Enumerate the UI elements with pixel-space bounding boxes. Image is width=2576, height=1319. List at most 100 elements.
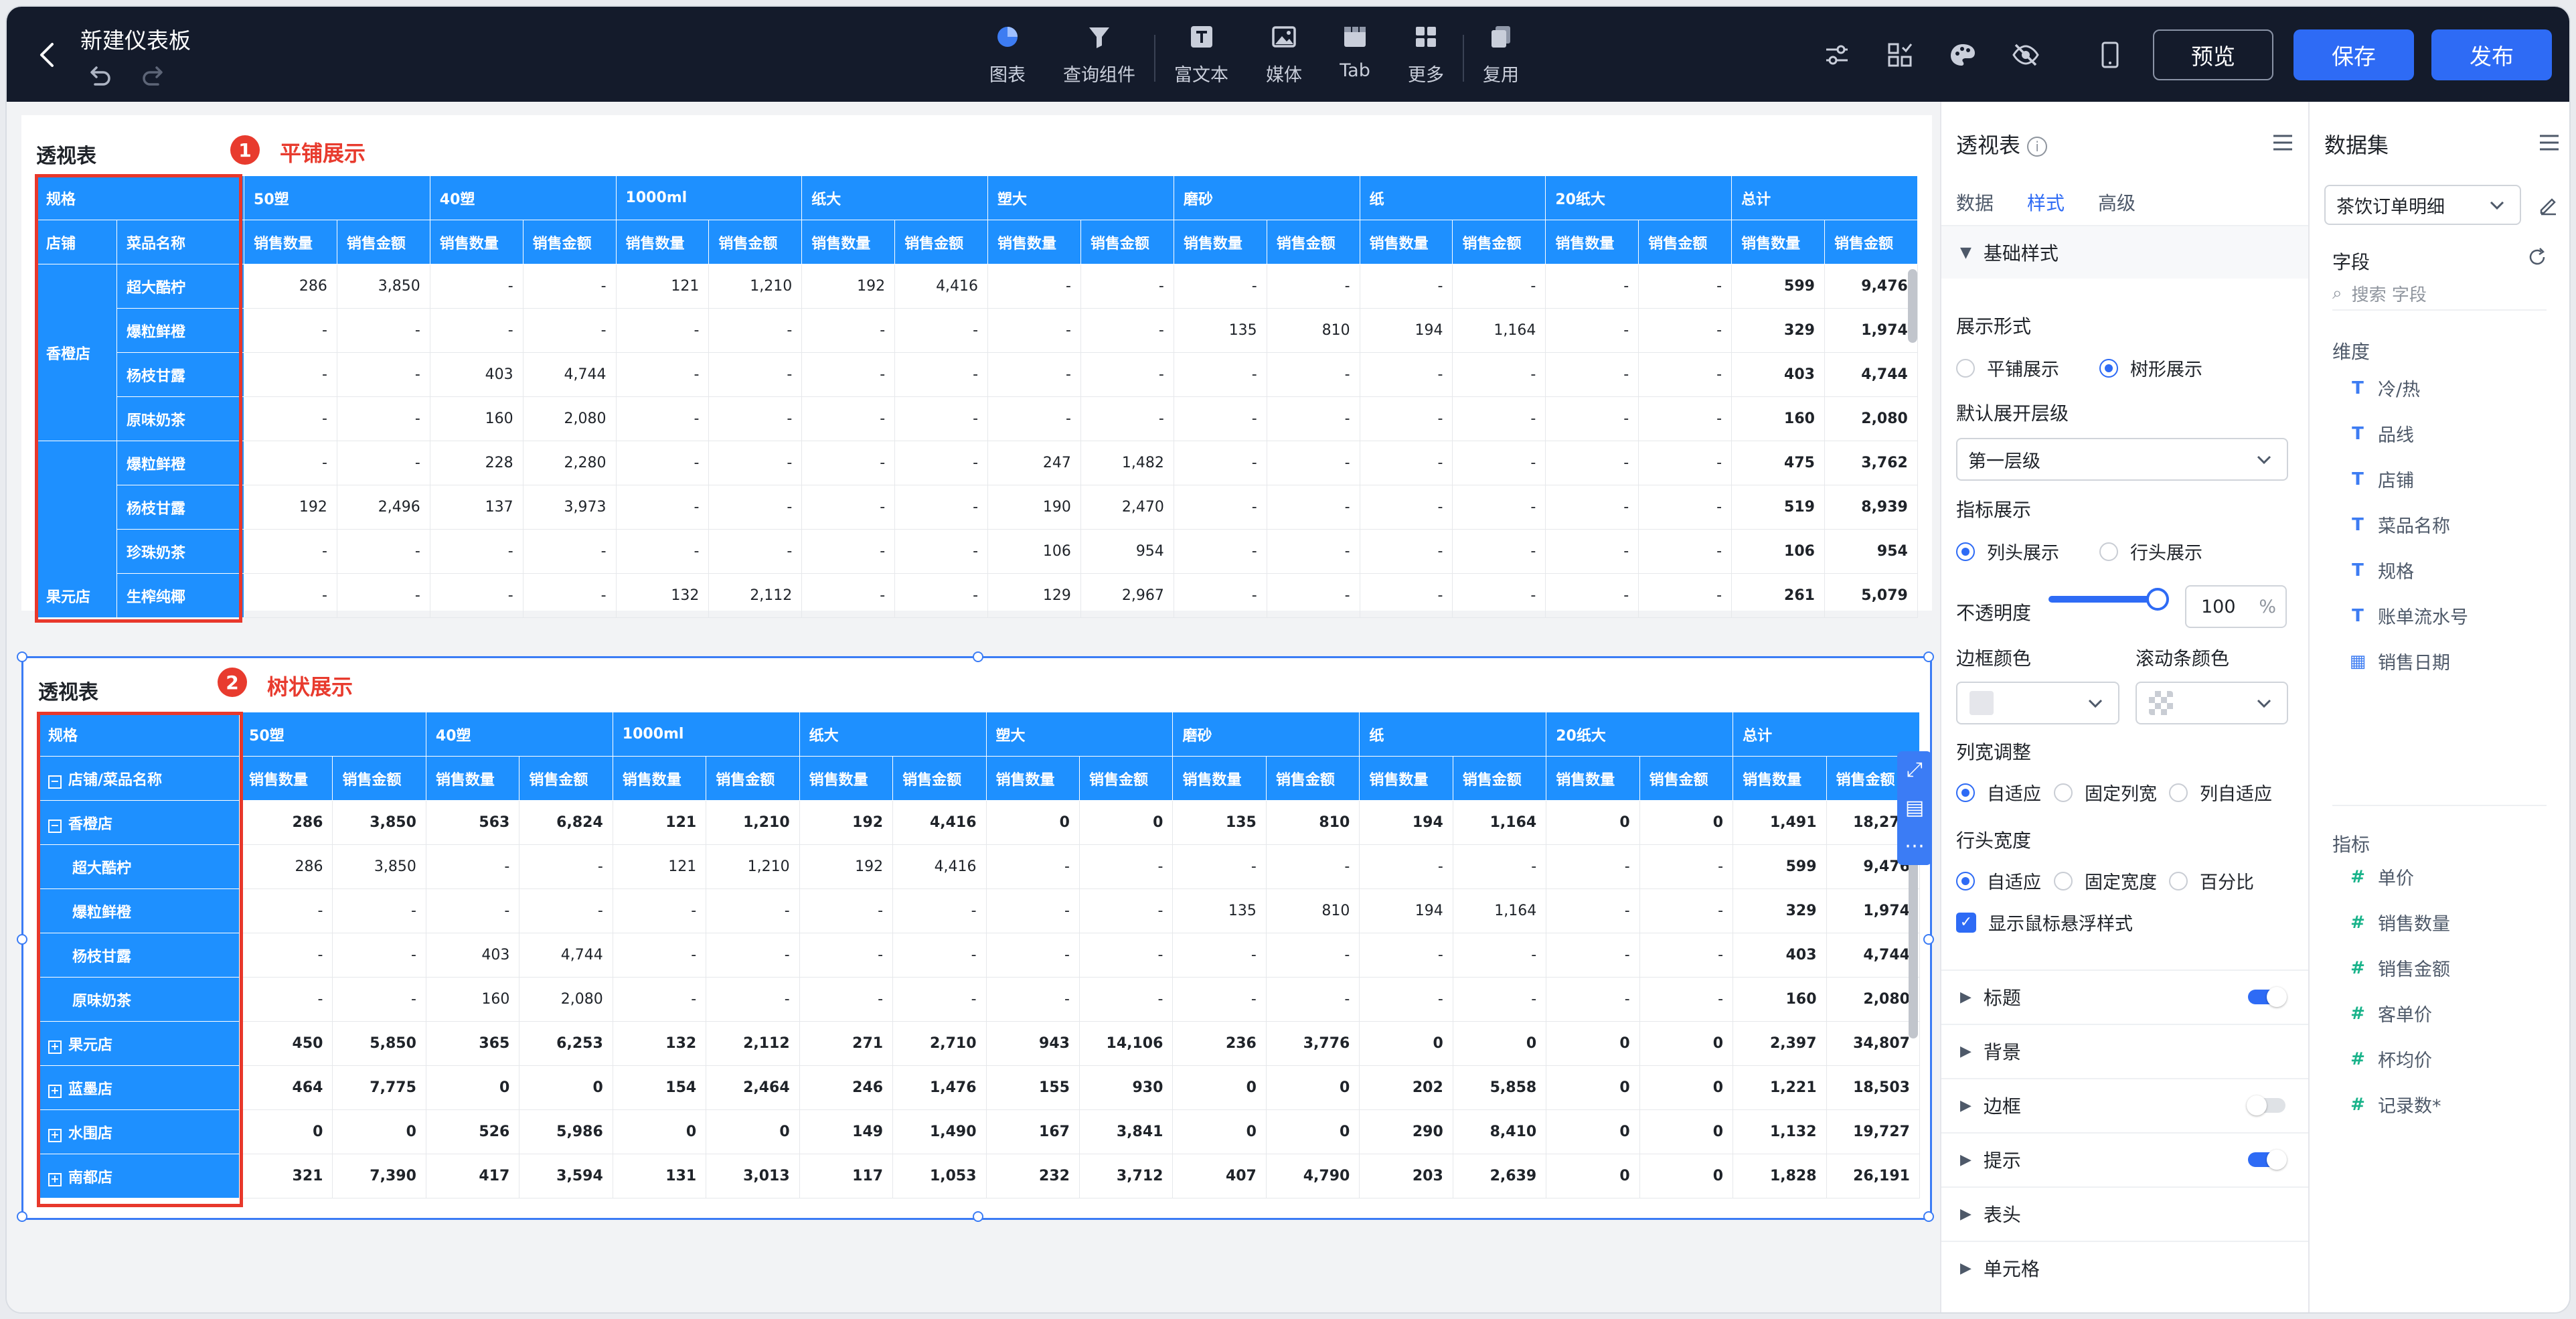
scroll-color-select[interactable]	[2136, 682, 2288, 724]
value-cell[interactable]: -	[519, 888, 613, 933]
value-cell[interactable]: 1,221	[1733, 1065, 1827, 1110]
value-cell[interactable]: 0	[1639, 800, 1734, 845]
value-cell[interactable]: 0	[612, 1109, 707, 1154]
value-cell[interactable]: -	[894, 529, 989, 574]
toolbar-richtext[interactable]: 富文本	[1155, 21, 1247, 95]
value-cell[interactable]: -	[1452, 529, 1546, 574]
value-cell[interactable]: 0	[1546, 1021, 1640, 1066]
value-cell[interactable]: 290	[1359, 1109, 1453, 1154]
value-cell[interactable]: -	[244, 308, 337, 353]
value-cell[interactable]: -	[1359, 485, 1453, 530]
value-cell[interactable]: 261	[1731, 573, 1825, 618]
measure-field[interactable]: # 杯均价	[2348, 1046, 2432, 1072]
value-cell[interactable]: -	[985, 933, 1080, 978]
column-header[interactable]: 纸大	[799, 712, 987, 757]
value-cell[interactable]: 450	[239, 1021, 333, 1066]
value-cell[interactable]: 2,397	[1733, 1021, 1827, 1066]
value-cell[interactable]: -	[1265, 933, 1360, 978]
value-cell[interactable]: 2,710	[892, 1021, 987, 1066]
value-cell[interactable]: 167	[985, 1109, 1080, 1154]
dimension-field[interactable]: ▦ 销售日期	[2348, 648, 2450, 674]
value-cell[interactable]: 1,053	[892, 1154, 987, 1198]
value-cell[interactable]: -	[336, 308, 430, 353]
column-header[interactable]: 40塑	[429, 175, 617, 220]
value-cell[interactable]: 155	[985, 1065, 1080, 1110]
resize-handle[interactable]	[17, 934, 27, 945]
value-cell[interactable]: 5,986	[519, 1109, 613, 1154]
value-cell[interactable]: -	[1546, 933, 1640, 978]
value-cell[interactable]: -	[1638, 485, 1733, 530]
value-cell[interactable]: 106	[987, 529, 1081, 574]
value-cell[interactable]: 930	[1078, 1065, 1174, 1110]
value-cell[interactable]: 2,080	[519, 977, 613, 1022]
resize-handle[interactable]	[17, 1211, 27, 1222]
value-cell[interactable]: -	[985, 888, 1080, 933]
measure-header[interactable]: 销售金额	[1266, 220, 1360, 264]
resize-handle[interactable]	[1923, 1211, 1934, 1222]
value-cell[interactable]: 0	[1452, 1021, 1547, 1066]
mobile-preview-icon[interactable]	[2094, 39, 2126, 71]
value-cell[interactable]: -	[1452, 485, 1546, 530]
value-cell[interactable]: -	[1266, 441, 1360, 485]
expand-icon[interactable]: ⤢	[1907, 760, 1923, 780]
value-cell[interactable]: 5,079	[1824, 573, 1918, 618]
value-cell[interactable]: 1,974	[1824, 308, 1918, 353]
value-cell[interactable]: -	[429, 529, 524, 574]
value-cell[interactable]: -	[1173, 441, 1267, 485]
value-cell[interactable]: 135	[1173, 308, 1267, 353]
border-color-select[interactable]	[1956, 682, 2119, 724]
radio-row-percent[interactable]: 百分比	[2169, 868, 2254, 894]
value-cell[interactable]: 403	[1733, 933, 1827, 978]
dish-cell[interactable]: 珍珠奶茶	[116, 529, 245, 574]
store-cell[interactable]: 香橙店	[36, 264, 117, 441]
value-cell[interactable]: 4,744	[522, 352, 617, 397]
value-cell[interactable]: -	[1172, 977, 1267, 1022]
dish-cell[interactable]: 超大酷柠	[116, 264, 245, 309]
value-cell[interactable]: -	[708, 441, 803, 485]
section-1[interactable]: ▶ 背景	[1941, 1024, 2310, 1077]
value-cell[interactable]: -	[706, 933, 800, 978]
value-cell[interactable]: -	[612, 888, 707, 933]
value-cell[interactable]: -	[1172, 933, 1267, 978]
value-cell[interactable]: -	[1080, 308, 1174, 353]
value-cell[interactable]: 407	[1172, 1154, 1267, 1198]
column-header[interactable]: 磨砂	[1172, 712, 1360, 757]
value-cell[interactable]: 519	[1731, 485, 1825, 530]
value-cell[interactable]: 132	[615, 573, 710, 618]
measure-header[interactable]: 销售数量	[985, 756, 1080, 801]
measure-header[interactable]: 销售金额	[1080, 220, 1174, 264]
eye-off-icon[interactable]	[2010, 39, 2042, 71]
value-cell[interactable]: 154	[612, 1065, 707, 1110]
value-cell[interactable]: -	[1638, 308, 1733, 353]
radio-row-auto[interactable]: 自适应	[1956, 868, 2041, 894]
value-cell[interactable]: -	[799, 933, 894, 978]
pivot-table-flat[interactable]: 规格 50塑 40塑 1000ml 纸大 塑大 磨砂纸 20纸大 总计 店铺 菜品名称 销售数量 销售金…	[35, 175, 1918, 618]
value-cell[interactable]: -	[244, 573, 337, 618]
value-cell[interactable]: 286	[244, 264, 337, 309]
tree-parent-cell[interactable]: + 蓝墨店	[37, 1065, 240, 1110]
value-cell[interactable]: 203	[1359, 1154, 1453, 1198]
value-cell[interactable]: 2,639	[1452, 1154, 1547, 1198]
radio-tree[interactable]: 树形展示	[2099, 355, 2202, 381]
value-cell[interactable]: -	[1266, 529, 1360, 574]
value-cell[interactable]: 137	[429, 485, 524, 530]
dish-cell[interactable]: 原味奶茶	[116, 396, 245, 441]
redo-button[interactable]	[141, 63, 167, 90]
value-cell[interactable]: 1,210	[706, 844, 800, 889]
value-cell[interactable]: 365	[425, 1021, 520, 1066]
value-cell[interactable]: -	[1265, 977, 1360, 1022]
value-cell[interactable]: 247	[987, 441, 1081, 485]
opacity-input[interactable]: 100%	[2185, 585, 2287, 628]
value-cell[interactable]: -	[332, 977, 426, 1022]
tree-parent-cell[interactable]: + 果元店	[37, 1021, 240, 1066]
settings-sliders-icon[interactable]	[1821, 39, 1853, 71]
dimension-field[interactable]: T 品线	[2348, 420, 2414, 447]
value-cell[interactable]: 232	[985, 1154, 1080, 1198]
value-cell[interactable]: 0	[1546, 800, 1640, 845]
measure-header[interactable]: 销售数量	[239, 756, 333, 801]
measure-field[interactable]: # 销售数量	[2348, 909, 2450, 935]
measure-header[interactable]: 销售金额	[1265, 756, 1360, 801]
column-header[interactable]: 纸	[1359, 712, 1547, 757]
value-cell[interactable]: -	[1545, 485, 1639, 530]
value-cell[interactable]: -	[1266, 396, 1360, 441]
